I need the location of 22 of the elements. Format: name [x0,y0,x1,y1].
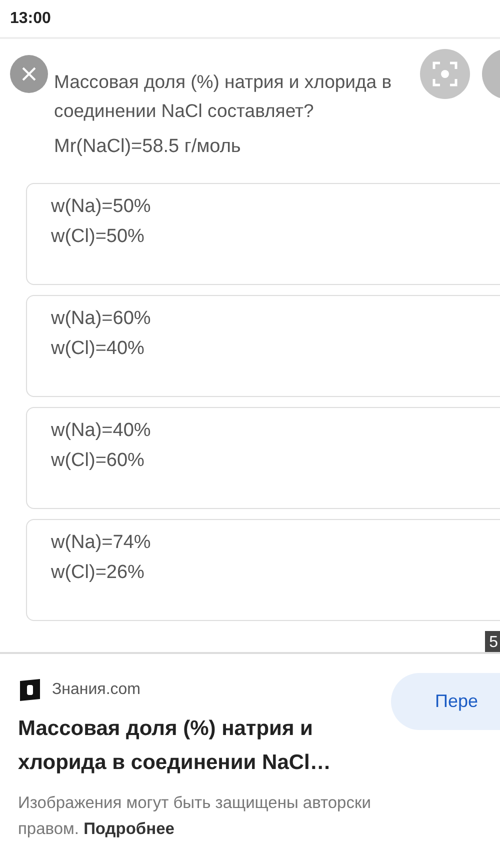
option-text: w(Na)=74% [51,532,152,554]
option-text: w(Na)=60% [51,308,152,330]
option-text: w(Cl)=60% [51,450,146,472]
question-text: соединении NaCl составляет? [54,99,314,124]
option-text: w(Na)=50% [51,196,152,218]
copyright-notice: Изображения могут быть защищены авторски [18,793,372,814]
result-title[interactable]: хлорида в соединении NaCl… [18,746,500,780]
close-button[interactable] [10,55,48,94]
question-text: Массовая доля (%) натрия и хлорида в [54,70,392,94]
visit-button[interactable]: Пере [391,673,500,730]
page-badge: 5 [485,631,500,652]
lens-button[interactable] [420,49,470,100]
option-text: w(Cl)=40% [51,338,146,360]
site-logo-icon [18,678,42,702]
source-name[interactable]: Знания.com [52,681,141,699]
copyright-notice: правом. Подробнее [18,819,176,840]
option-text: w(Na)=40% [51,420,152,442]
option-text: w(Cl)=50% [51,226,146,248]
status-time: 13:00 [10,10,51,28]
formula-text: Mr(NaCl)=58.5 г/моль [54,135,241,160]
option-text: w(Cl)=26% [51,562,146,584]
lens-icon [432,61,458,88]
